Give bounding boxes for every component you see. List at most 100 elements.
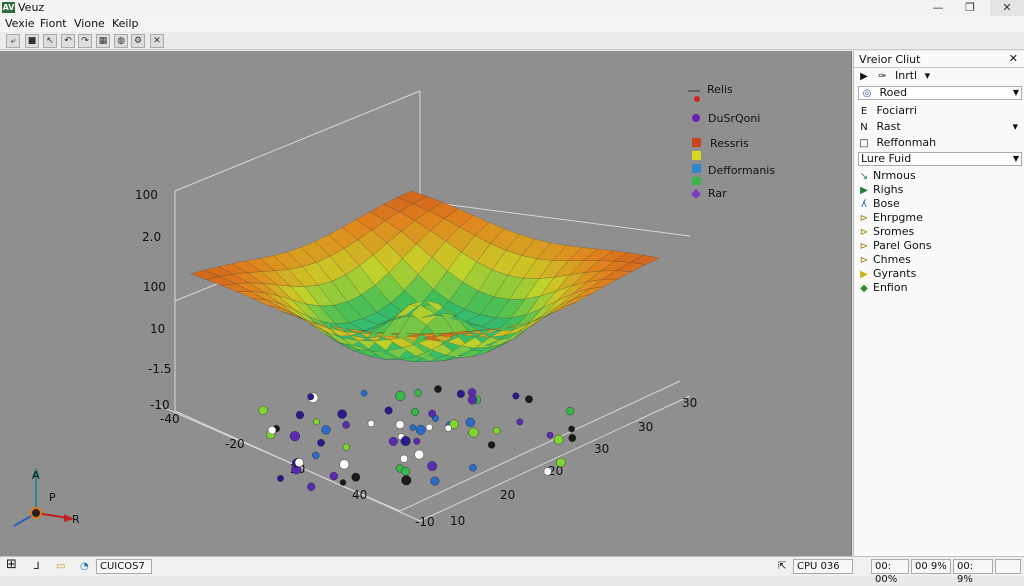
list-item[interactable]: ↘ Nrmous (858, 169, 1022, 183)
gizmo-side-label: P (49, 491, 56, 504)
surface-mesh (189, 190, 661, 363)
y-tick-label: 20 (500, 488, 515, 502)
list-item[interactable]: ⊳ Sromes (858, 225, 1022, 239)
list-item-icon: ▶ (860, 269, 868, 280)
list-item-icon: ▶ (860, 185, 868, 196)
legend-marker (692, 138, 701, 147)
z-tick-label: -10 (150, 398, 170, 412)
target-icon: ◎ (862, 88, 872, 99)
z-tick-label: 100 (143, 280, 166, 294)
group-select[interactable]: Lure Fuid ▼ (858, 152, 1022, 166)
list-item[interactable]: ⊳ Parel Gons (858, 239, 1022, 253)
list-item-label: Ehrpgme (873, 211, 923, 224)
chevron-down-icon: ▼ (1012, 88, 1019, 97)
chart-icon[interactable]: ▦ (96, 34, 110, 48)
list-item-icon: ⊳ (859, 227, 869, 238)
network-icon[interactable]: ⇱ (778, 560, 786, 574)
z-tick-label: 10 (150, 322, 165, 336)
list-item[interactable]: ▶ Righs (858, 183, 1022, 197)
legend-marker (692, 164, 701, 173)
z-tick-label: -1.5 (148, 362, 171, 376)
list-item-icon: ◆ (860, 283, 868, 294)
browser-icon[interactable]: ◔ (80, 560, 89, 574)
list-item-label: Righs (873, 183, 904, 196)
menu-item-view[interactable]: Vione (74, 17, 105, 30)
legend-label: Rar (708, 187, 727, 200)
menu-item-help[interactable]: Keilp (112, 17, 139, 30)
redo-icon[interactable]: ↷ (78, 34, 92, 48)
gizmo-right-label: R (72, 513, 80, 526)
legend-label: Defformanis (708, 164, 775, 177)
scatter-points (258, 385, 577, 491)
list-item[interactable]: ▶ Gyrants (858, 267, 1022, 281)
gizmo-up-label: A (32, 469, 40, 482)
panel-close-button[interactable]: ✕ (1009, 52, 1018, 65)
field-select[interactable]: ◎ Roed ▼ (858, 86, 1022, 100)
divider (854, 67, 1024, 68)
folder-icon[interactable]: ▭ (56, 560, 65, 574)
plot-viewport[interactable]: 100 2.0 100 10 -1.5 -10 -40 -20 20 40 -1… (0, 51, 852, 556)
list-item-label: Rast (876, 120, 901, 133)
taskbar-app-icon[interactable]: ⅃ (34, 560, 40, 574)
list-item[interactable]: N Rast ▾ (858, 120, 1022, 134)
list-item-label: Enfion (873, 281, 908, 294)
field-select-value: Roed (879, 86, 908, 99)
cursor-icon[interactable]: ↖ (43, 34, 57, 48)
tool-selector[interactable]: ▶ ✑ Inrtl ▾ (858, 69, 1022, 83)
menu-item-file[interactable]: Vexie (5, 17, 35, 30)
status-extra (995, 559, 1021, 574)
group-select-value: Lure Fuid (861, 152, 912, 165)
tool-label: Inrtl (895, 69, 918, 82)
y-tick-label: 30 (638, 420, 653, 434)
legend-marker (692, 177, 701, 185)
orientation-gizmo[interactable]: A R P (13, 467, 80, 527)
list-item-checkbox[interactable]: □ Reffonmah (858, 136, 1022, 150)
list-item-label: Parel Gons (873, 239, 932, 252)
list-item-label: Gyrants (873, 267, 917, 280)
clear-icon[interactable]: ✕ (150, 34, 164, 48)
list-item[interactable]: ⊳ Ehrpgme (858, 211, 1022, 225)
legend-label: Relis (707, 83, 733, 96)
globe-icon[interactable]: ◍ (114, 34, 128, 48)
open-icon[interactable]: ⤶ (6, 34, 20, 48)
x-tick-label: -40 (160, 412, 180, 426)
property-panel: Vreior Cliut ✕ ▶ ✑ Inrtl ▾ ◎ Roed ▼ E Fo… (853, 51, 1024, 556)
status-net: 00: 9% (953, 559, 993, 585)
list-item-label: Fociarri (876, 104, 917, 117)
status-mem: 00: 00% (871, 559, 909, 585)
list-item[interactable]: ⊳ Chmes (858, 253, 1022, 267)
undo-icon[interactable]: ↶ (61, 34, 75, 48)
legend-marker (692, 114, 700, 122)
legend-marker (691, 189, 701, 199)
list-item-icon: E (860, 106, 868, 117)
close-button[interactable]: ✕ (990, 0, 1024, 16)
chevron-down-icon: ▼ (1012, 154, 1019, 163)
checkbox-icon: □ (859, 138, 869, 149)
save-icon[interactable]: ■ (25, 34, 39, 48)
x-tick-label: -20 (225, 437, 245, 451)
list-item-icon: ʎ (861, 199, 867, 210)
status-disk: 00 9% (911, 559, 951, 574)
list-item[interactable]: ʎ Bose (858, 197, 1022, 211)
list-item[interactable]: E Fociarri (858, 104, 1022, 118)
list-item-label: Chmes (873, 253, 911, 266)
plot-legend: Relis DuSrQoni Ressris Defformanis Rar (688, 83, 775, 200)
list-item[interactable]: ◆ Enfion (858, 281, 1022, 295)
menu-item-font[interactable]: Fiont (40, 17, 67, 30)
y-tick-label: 10 (450, 514, 465, 528)
z-tick-label: 2.0 (142, 230, 161, 244)
legend-label: Ressris (710, 137, 749, 150)
x-tick-label: 40 (352, 488, 367, 502)
start-button[interactable]: ⊞ (6, 558, 17, 572)
list-item-label: Bose (873, 197, 900, 210)
settings-icon[interactable]: ⚙ (131, 34, 145, 48)
menu-bar: Vexie Fiont Vione Keilp (0, 16, 1024, 32)
minimize-button[interactable]: — (923, 0, 953, 16)
taskbar-app[interactable]: CUICOS7 (96, 559, 152, 574)
surface-plot[interactable]: 100 2.0 100 10 -1.5 -10 -40 -20 20 40 -1… (0, 51, 852, 556)
legend-label: DuSrQoni (708, 112, 760, 125)
list-item-icon: ↘ (859, 171, 869, 182)
chevron-down-icon: ▾ (924, 69, 931, 82)
maximize-button[interactable]: ❐ (955, 0, 985, 16)
x-tick-label: -10 (415, 515, 435, 529)
